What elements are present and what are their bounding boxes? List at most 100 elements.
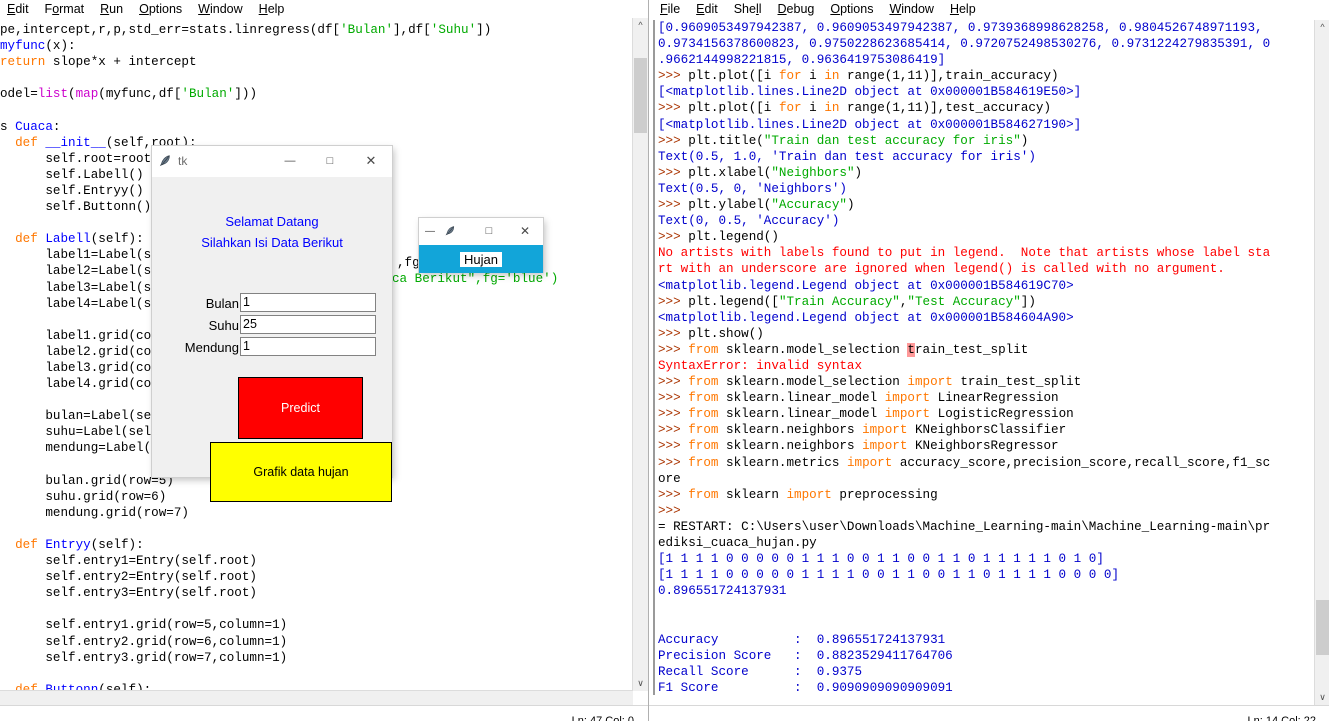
tk-popup-body: Hujan [419,245,543,273]
shell-vscrollbar[interactable]: ^ ∨ [1314,20,1329,705]
code-line: return slope*x + intercept [0,55,197,70]
feather-icon [152,154,178,168]
shell-scroll-thumb[interactable] [1316,600,1329,655]
code-line: >>> plt.plot([i for i in range(1,11)],tr… [658,69,1059,84]
editor-vscrollbar[interactable]: ^ ∨ [632,18,648,691]
code-line: >>> plt.plot([i for i in range(1,11)],te… [658,101,1052,116]
menu-shell[interactable]: Shell [727,1,771,17]
grafik-button[interactable]: Grafik data hujan [210,442,392,502]
tk-main-titlebar[interactable]: tk — □ ✕ [152,146,392,177]
menu-window[interactable]: Window [882,1,942,17]
shell-status-text: Ln: 14 Col: 22 [1247,714,1317,721]
scroll-down-icon[interactable]: ∨ [1315,690,1329,705]
menu-window[interactable]: Window [191,1,251,17]
menu-options[interactable]: Options [823,1,882,17]
code-line: <matplotlib.legend.Legend object at 0x00… [658,310,1074,325]
scroll-down-icon[interactable]: ∨ [633,676,648,691]
code-line: >>> plt.legend(["Train Accuracy","Test A… [658,294,1036,309]
code-line: self.entry3=Entry(self.root) [0,586,257,601]
minimize-icon[interactable]: — [419,226,441,237]
menu-help[interactable]: Help [943,1,985,17]
python-shell-window: File Edit Shell Debug Options Window Hel… [648,0,1329,721]
code-line: ore [658,471,681,486]
code-line: [<matplotlib.lines.Line2D object at 0x00… [658,117,1082,132]
editor-statusbar: Ln: 47 Col: 0 [0,705,648,721]
menu-edit[interactable]: Edit [0,1,38,17]
menu-help[interactable]: Help [252,1,294,17]
code-line: >>> [658,503,689,518]
code-line: odel=list(map(myfunc,df['Bulan'])) [0,87,258,102]
scroll-up-icon[interactable]: ^ [1315,20,1329,35]
label-bulan: Bulan [205,296,239,311]
menu-file[interactable]: File [653,1,689,17]
code-line: Text(0.5, 0, 'Neighbors') [658,181,847,196]
code-line: pe,intercept,r,p,std_err=stats.linregres… [0,23,492,37]
code-line: SyntaxError: invalid syntax [658,358,863,373]
code-line: Recall Score : 0.9375 [658,664,863,679]
code-line: self.entry1=Entry(self.root) [0,554,257,569]
close-icon[interactable]: ✕ [507,218,543,244]
code-line: >>> from sklearn.linear_model import Lin… [658,391,1059,406]
code-line: self.entry2=Entry(self.root) [0,570,257,585]
input-mendung-value: 1 [243,339,250,353]
code-line: = RESTART: C:\Users\user\Downloads\Machi… [658,519,1271,534]
code-line: mendung.grid(row=7) [0,505,189,520]
shell-output-area[interactable]: [0.9609053497942387, 0.9609053497942387,… [653,20,1314,695]
code-line: >>> plt.title("Train dan test accuracy f… [658,133,1029,148]
tk-main-title: tk [178,154,188,168]
maximize-icon[interactable]: □ [471,218,507,244]
code-line: 0.896551724137931 [658,584,787,599]
tk-result-popup[interactable]: — □ ✕ Hujan [419,218,543,273]
code-line: self.entry2.grid(row=6,column=1) [0,634,288,649]
input-suhu-value: 25 [243,317,257,331]
editor-scroll-thumb[interactable] [634,58,647,133]
code-fragment: ca Berikut",fg='blue') [392,272,559,286]
minimize-icon[interactable]: — [270,146,310,176]
menu-debug[interactable]: Debug [771,1,824,17]
input-bulan-value: 1 [243,295,250,309]
menu-format[interactable]: Format [38,1,94,17]
code-line: >>> from sklearn.metrics import accuracy… [658,455,1271,470]
shell-menubar: File Edit Shell Debug Options Window Hel… [649,0,1329,19]
predict-button-label: Predict [281,401,320,415]
code-line: >>> plt.show() [658,326,764,341]
tk-main-window[interactable]: tk — □ ✕ Selamat Datang Silahkan Isi Dat… [152,146,392,502]
menu-run[interactable]: Run [93,1,132,17]
menu-options[interactable]: Options [132,1,191,17]
code-line: >>> from sklearn.neighbors import KNeigh… [658,439,1059,454]
menu-edit[interactable]: Edit [689,1,727,17]
code-line: Text(0, 0.5, 'Accuracy') [658,214,840,229]
code-line: .9662144998221815, 0.9636419753086419] [658,53,946,68]
result-label-text: Hujan [464,251,498,267]
label-mendung: Mendung [184,340,239,355]
input-bulan[interactable]: 1 [240,293,376,312]
code-line: >>> plt.xlabel("Neighbors") [658,165,863,180]
input-mendung[interactable]: 1 [240,337,376,356]
code-line: >>> from sklearn.model_selection import … [658,375,1082,390]
grafik-button-label: Grafik data hujan [253,465,349,479]
editor-status-text: Ln: 47 Col: 0 [571,714,634,721]
result-label: Hujan [460,251,502,267]
code-line: >>> plt.legend() [658,230,779,245]
scroll-up-icon[interactable]: ^ [633,18,648,33]
instruction-heading: Silahkan Isi Data Berikut [201,235,343,250]
code-line: F1 Score : 0.9090909090909091 [658,680,953,695]
close-icon[interactable]: ✕ [350,146,392,176]
code-line: >>> from sklearn import preprocessing [658,487,938,502]
code-line: <matplotlib.legend.Legend object at 0x00… [658,278,1074,293]
code-line: myfunc(x): [0,39,76,54]
maximize-icon[interactable]: □ [310,146,350,176]
editor-hscrollbar[interactable] [0,690,633,706]
input-suhu[interactable]: 25 [240,315,376,334]
feather-icon [441,225,459,237]
tk-popup-titlebar[interactable]: — □ ✕ [419,218,543,245]
code-line: [0.9609053497942387, 0.9609053497942387,… [658,21,1263,35]
predict-button[interactable]: Predict [238,377,363,439]
code-line: rt with an underscore are ignored when l… [658,262,1225,277]
code-line: Precision Score : 0.8823529411764706 [658,648,953,663]
